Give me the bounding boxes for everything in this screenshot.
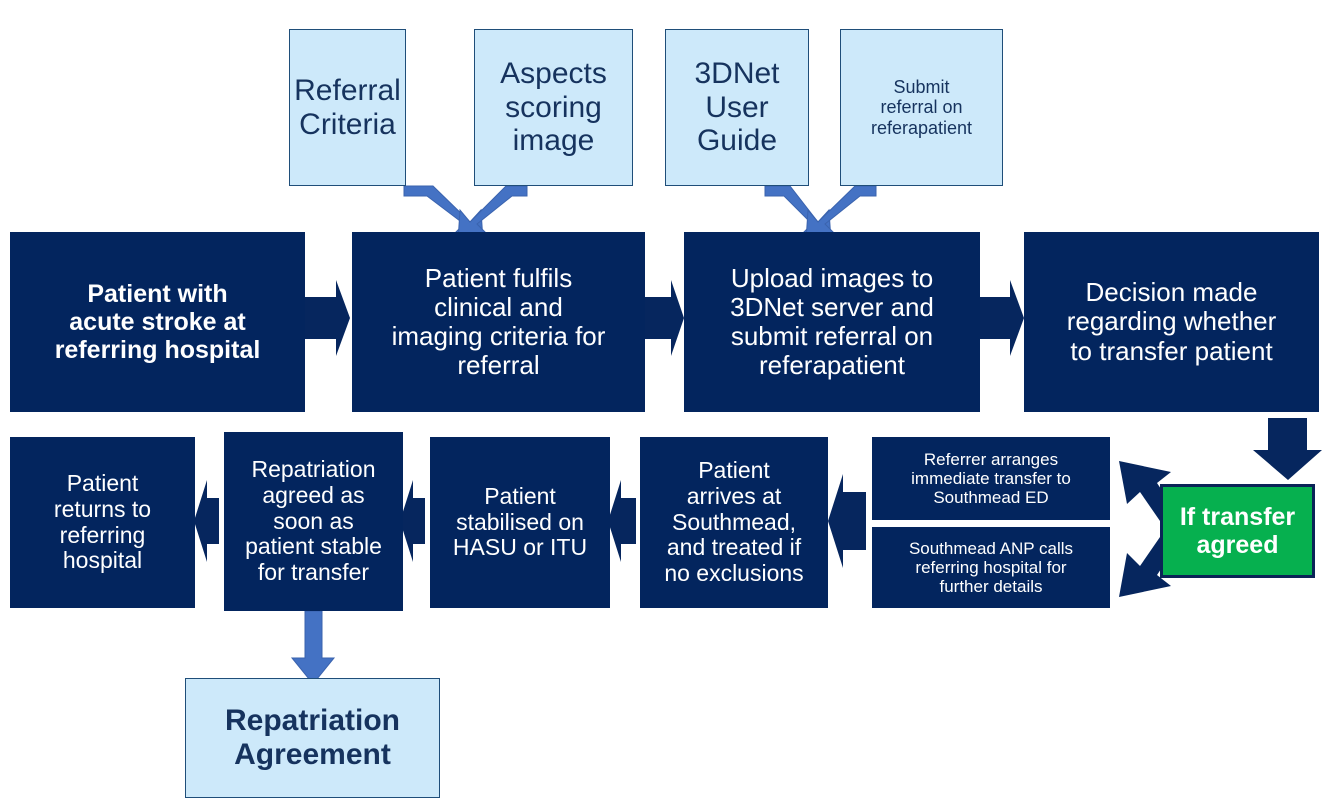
process-box-referrer-arranges-transfer[interactable]: Referrer arranges immediate transfer to …	[872, 437, 1110, 520]
process-box-patient-with-acute-stroke[interactable]: Patient with acute stroke at referring h…	[10, 232, 305, 412]
process-box-repatriation-agreed[interactable]: Repatriation agreed as soon as patient s…	[224, 432, 403, 611]
arrow-stabilised-to-repatriation-agreed	[400, 480, 425, 562]
arrow-box3-to-box4	[980, 280, 1024, 356]
doc-box-3dnet-user-guide-label: 3DNet User Guide	[694, 57, 780, 158]
process-box-patient-fulfils-criteria[interactable]: Patient fulfils clinical and imaging cri…	[352, 232, 645, 412]
process-box-decision-made-transfer[interactable]: Decision made regarding whether to trans…	[1024, 232, 1319, 412]
decision-box-if-transfer-agreed-label: If transfer agreed	[1179, 503, 1296, 559]
arrow-box1-to-box2	[305, 280, 350, 356]
arrow-small-stack-to-patient-arrives	[828, 474, 866, 568]
process-box-upload-images-3dnet-label: Upload images to 3DNet server and submit…	[730, 262, 934, 381]
arrow-box2-to-box3	[645, 280, 684, 356]
arrow-patient-arrives-to-stabilised	[608, 480, 636, 562]
doc-box-3dnet-user-guide[interactable]: 3DNet User Guide	[665, 29, 809, 186]
doc-box-submit-referral-referapatient-label: Submit referral on referapatient	[870, 77, 973, 138]
process-box-patient-returns-referring-hospital-label: Patient returns to referring hospital	[53, 470, 152, 574]
process-box-patient-stabilised-hasu-itu-label: Patient stabilised on HASU or ITU	[452, 482, 588, 561]
arrow-repatriation-agreed-to-agreement	[290, 610, 336, 685]
decision-box-if-transfer-agreed[interactable]: If transfer agreed	[1160, 484, 1315, 578]
process-box-upload-images-3dnet[interactable]: Upload images to 3DNet server and submit…	[684, 232, 980, 412]
process-box-referrer-arranges-transfer-label: Referrer arranges immediate transfer to …	[911, 449, 1071, 508]
process-box-southmead-anp-calls-label: Southmead ANP calls referring hospital f…	[908, 538, 1074, 597]
process-box-repatriation-agreed-label: Repatriation agreed as soon as patient s…	[245, 456, 382, 586]
doc-box-referral-criteria-label: Referral Criteria	[294, 73, 401, 141]
process-box-southmead-anp-calls[interactable]: Southmead ANP calls referring hospital f…	[872, 527, 1110, 608]
process-box-patient-stabilised-hasu-itu[interactable]: Patient stabilised on HASU or ITU	[430, 437, 610, 608]
doc-box-repatriation-agreement[interactable]: Repatriation Agreement	[185, 678, 440, 798]
process-box-patient-with-acute-stroke-label: Patient with acute stroke at referring h…	[54, 280, 261, 364]
doc-box-aspects-scoring-image-label: Aspects scoring image	[500, 57, 607, 158]
arrow-decision-to-if-transfer-agreed	[1253, 418, 1322, 480]
doc-box-aspects-scoring-image[interactable]: Aspects scoring image	[474, 29, 633, 186]
process-box-patient-returns-referring-hospital[interactable]: Patient returns to referring hospital	[10, 437, 195, 608]
doc-box-referral-criteria[interactable]: Referral Criteria	[289, 29, 406, 186]
doc-box-repatriation-agreement-label: Repatriation Agreement	[224, 704, 401, 771]
process-box-patient-arrives-southmead[interactable]: Patient arrives at Southmead, and treate…	[640, 437, 828, 608]
process-box-patient-fulfils-criteria-label: Patient fulfils clinical and imaging cri…	[391, 262, 606, 381]
process-box-patient-arrives-southmead-label: Patient arrives at Southmead, and treate…	[664, 457, 804, 587]
arrow-repatriation-agreed-to-patient-returns	[194, 480, 219, 562]
process-box-decision-made-transfer-label: Decision made regarding whether to trans…	[1066, 277, 1277, 366]
doc-box-submit-referral-referapatient[interactable]: Submit referral on referapatient	[840, 29, 1003, 186]
flowchart-canvas: Referral Criteria Aspects scoring image …	[0, 0, 1323, 806]
